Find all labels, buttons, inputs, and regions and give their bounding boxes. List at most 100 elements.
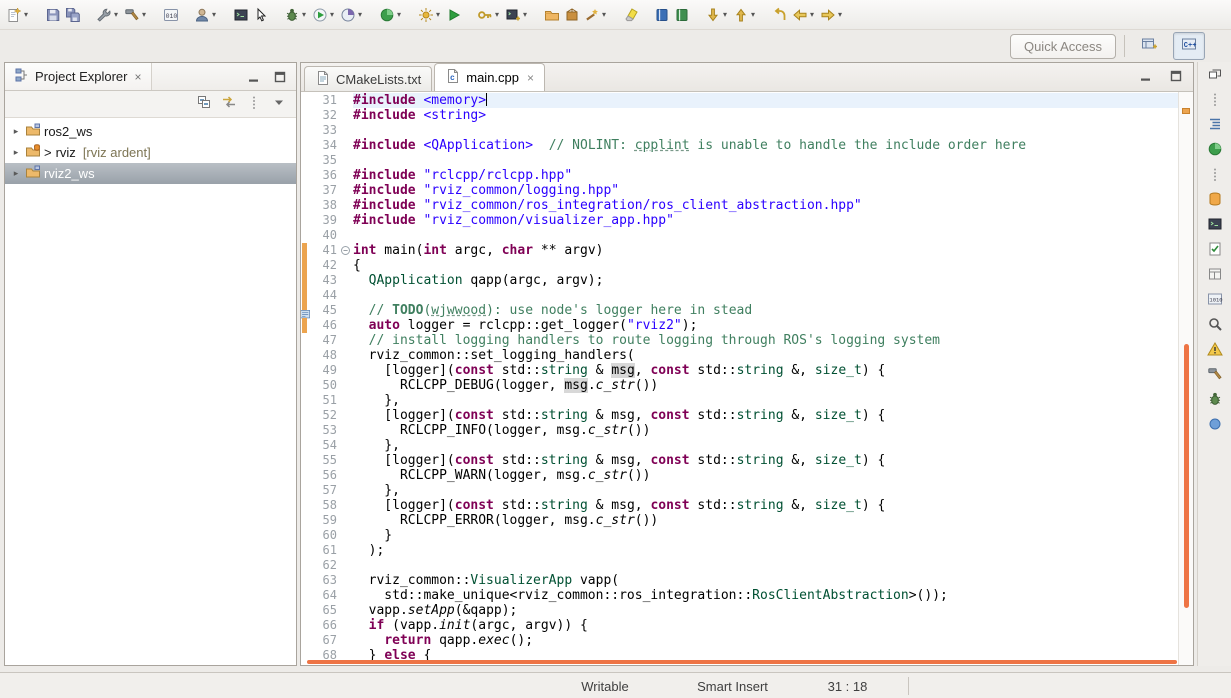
code-line-41[interactable]: 41−int main(int argc, char ** argv) — [301, 243, 1179, 258]
code-line-60[interactable]: 60 } — [301, 528, 1179, 543]
line-number[interactable]: 64 — [310, 588, 340, 603]
line-number[interactable]: 51 — [310, 393, 340, 408]
code-line-40[interactable]: 40 — [301, 228, 1179, 243]
code-line-49[interactable]: 49 [logger](const std::string & msg, con… — [301, 363, 1179, 378]
quick-access-button[interactable]: Quick Access — [1010, 34, 1116, 59]
code-text[interactable]: #include <memory> — [353, 93, 1179, 108]
dropdown-arrow-icon[interactable]: ▾ — [600, 10, 608, 19]
code-line-63[interactable]: 63 rviz_common::VisualizerApp vapp( — [301, 573, 1179, 588]
save-all-button[interactable] — [63, 1, 83, 29]
code-line-52[interactable]: 52 [logger](const std::string & msg, con… — [301, 408, 1179, 423]
line-number[interactable]: 63 — [310, 573, 340, 588]
editor-tab-main-cpp[interactable]: cmain.cpp× — [434, 63, 545, 91]
dropdown-arrow-icon[interactable]: ▾ — [836, 10, 844, 19]
coverage-button[interactable]: ▾ — [377, 1, 405, 29]
line-number[interactable]: 59 — [310, 513, 340, 528]
previous-annotation-button[interactable]: ▾ — [731, 1, 759, 29]
new-wizard-button[interactable]: ▾ — [4, 1, 32, 29]
code-text[interactable]: rviz_common::VisualizerApp vapp( — [353, 573, 1179, 588]
code-line-67[interactable]: 67 return qapp.exec(); — [301, 633, 1179, 648]
dropdown-arrow-icon[interactable]: ▾ — [434, 10, 442, 19]
code-text[interactable]: ); — [353, 543, 1179, 558]
open-perspective-button[interactable] — [1133, 32, 1165, 60]
dropdown-arrow-icon[interactable]: ▾ — [721, 10, 729, 19]
line-number[interactable]: 57 — [310, 483, 340, 498]
line-number[interactable]: 67 — [310, 633, 340, 648]
code-line-65[interactable]: 65 vapp.setApp(&qapp); — [301, 603, 1179, 618]
code-text[interactable]: [logger](const std::string & msg, const … — [353, 408, 1179, 423]
line-number[interactable]: 33 — [310, 123, 340, 138]
code-text[interactable]: std::make_unique<rviz_common::ros_integr… — [353, 588, 1179, 603]
code-line-31[interactable]: 31#include <memory> — [301, 93, 1179, 108]
line-number[interactable]: 50 — [310, 378, 340, 393]
code-line-58[interactable]: 58 [logger](const std::string & msg, con… — [301, 498, 1179, 513]
view-handle-button[interactable] — [245, 96, 263, 112]
show-view-breakpoints-button[interactable] — [1203, 415, 1227, 437]
profile-button[interactable]: ▾ — [338, 1, 366, 29]
line-number[interactable]: 32 — [310, 108, 340, 123]
code-line-36[interactable]: 36#include "rclcpp/rclcpp.hpp" — [301, 168, 1179, 183]
code-line-54[interactable]: 54 }, — [301, 438, 1179, 453]
code-line-55[interactable]: 55 [logger](const std::string & msg, con… — [301, 453, 1179, 468]
tree-item-rviz2-ws[interactable]: ▸rviz2_ws — [5, 163, 296, 184]
show-view-tasks-button[interactable] — [1203, 240, 1227, 262]
code-text[interactable]: [logger](const std::string & msg, const … — [353, 453, 1179, 468]
show-view-repositories-button[interactable] — [1203, 190, 1227, 212]
code-text[interactable]: rviz_common::set_logging_handlers( — [353, 348, 1179, 363]
code-text[interactable] — [353, 228, 1179, 243]
code-text[interactable]: [logger](const std::string & msg, const … — [353, 363, 1179, 378]
show-view-coverage-button[interactable] — [1203, 140, 1227, 162]
line-number[interactable]: 65 — [310, 603, 340, 618]
tree-item-rviz[interactable]: ▸> rviz[rviz ardent] — [5, 142, 296, 163]
line-number[interactable]: 46 — [310, 318, 340, 333]
run-button[interactable]: ▾ — [310, 1, 338, 29]
line-number[interactable]: 58 — [310, 498, 340, 513]
code-text[interactable]: int main(int argc, char ** argv) — [353, 243, 1179, 258]
debug-button[interactable]: ▾ — [282, 1, 310, 29]
code-line-64[interactable]: 64 std::make_unique<rviz_common::ros_int… — [301, 588, 1179, 603]
line-number[interactable]: 40 — [310, 228, 340, 243]
project-tree[interactable]: ▸ros2_ws▸> rviz[rviz ardent]▸rviz2_ws — [5, 118, 296, 665]
show-view-binaries-button[interactable]: 1010 — [1203, 290, 1227, 312]
save-button[interactable] — [43, 1, 63, 29]
show-view-debug-button[interactable] — [1203, 390, 1227, 412]
show-view-search-button[interactable] — [1203, 315, 1227, 337]
open-binary-button[interactable]: 010 — [161, 1, 181, 29]
line-number[interactable]: 52 — [310, 408, 340, 423]
external-tools-button[interactable]: ▾ — [416, 1, 444, 29]
quick-fix-button[interactable]: ▾ — [582, 1, 610, 29]
dropdown-arrow-icon[interactable]: ▾ — [493, 10, 501, 19]
dropdown-arrow-icon[interactable]: ▾ — [328, 10, 336, 19]
code-text[interactable]: auto logger = rclcpp::get_logger("rviz2"… — [353, 318, 1179, 333]
code-line-33[interactable]: 33 — [301, 123, 1179, 138]
vertical-scrollbar-thumb[interactable] — [1184, 344, 1189, 608]
code-line-46[interactable]: 46 auto logger = rclcpp::get_logger("rvi… — [301, 318, 1179, 333]
selection-mode-button[interactable] — [251, 1, 271, 29]
code-text[interactable]: #include "rclcpp/rclcpp.hpp" — [353, 168, 1179, 183]
show-view-properties-button[interactable] — [1203, 265, 1227, 287]
line-number[interactable]: 47 — [310, 333, 340, 348]
line-number[interactable]: 48 — [310, 348, 340, 363]
code-text[interactable]: return qapp.exec(); — [353, 633, 1179, 648]
show-view-outline-button[interactable] — [1203, 115, 1227, 137]
open-element-button[interactable] — [542, 1, 562, 29]
code-text[interactable]: // TODO(wjwwood): use node's logger here… — [353, 303, 1179, 318]
code-line-34[interactable]: 34#include <QApplication> // NOLINT: cpp… — [301, 138, 1179, 153]
line-number[interactable]: 45 — [310, 303, 340, 318]
editor-tab-cmakelists-txt[interactable]: CMakeLists.txt — [304, 66, 432, 91]
open-documentation-button[interactable] — [672, 1, 692, 29]
line-number[interactable]: 60 — [310, 528, 340, 543]
code-text[interactable]: QApplication qapp(argc, argv); — [353, 273, 1179, 288]
open-console-button[interactable] — [231, 1, 251, 29]
expand-arrow-icon[interactable]: ▸ — [10, 126, 22, 137]
code-lines[interactable]: 31#include <memory>32#include <string>33… — [301, 93, 1179, 665]
code-line-44[interactable]: 44 — [301, 288, 1179, 303]
build-all-button[interactable]: ▾ — [122, 1, 150, 29]
open-type-button[interactable] — [562, 1, 582, 29]
line-number[interactable]: 61 — [310, 543, 340, 558]
minimize-view-button[interactable] — [245, 69, 263, 85]
cpp-perspective-button[interactable]: C++ — [1173, 32, 1205, 60]
line-number[interactable]: 62 — [310, 558, 340, 573]
code-text[interactable]: RCLCPP_DEBUG(logger, msg.c_str()) — [353, 378, 1179, 393]
horizontal-scrollbar-thumb[interactable] — [307, 660, 1177, 664]
